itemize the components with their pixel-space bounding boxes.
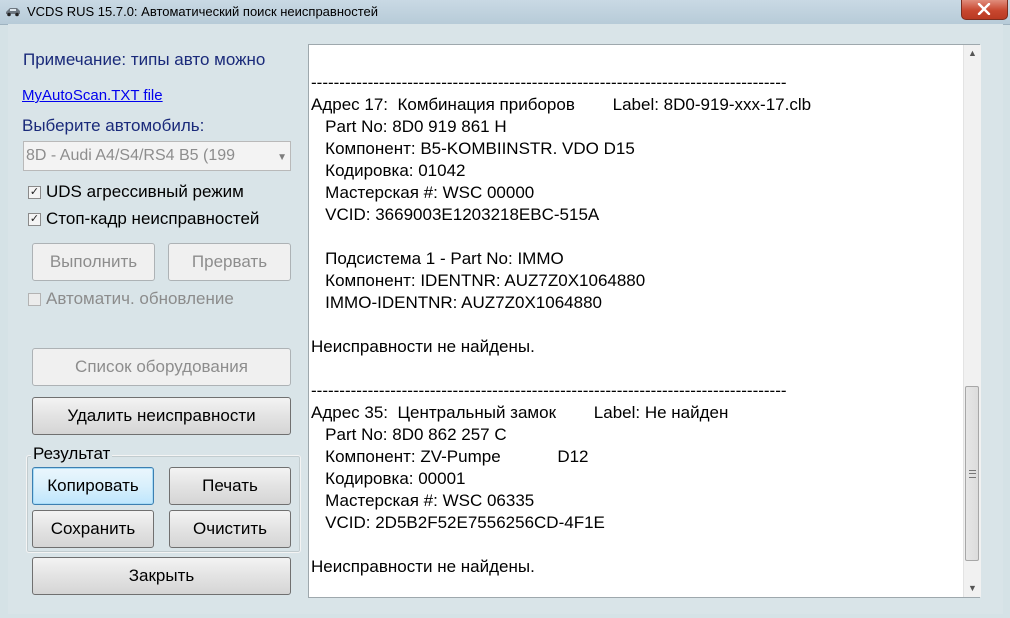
auto-update-label: Автоматич. обновление xyxy=(46,289,234,308)
grip-icon xyxy=(969,470,976,478)
log-line: Компонент: ZV-Pumpe D12 xyxy=(311,447,589,466)
log-line: Неисправности не найдены. xyxy=(311,337,535,356)
log-line: Адрес 35: Центральный замок Label: Не на… xyxy=(311,403,729,422)
log-line: Кодировка: 00001 xyxy=(311,469,466,488)
close-window-button[interactable] xyxy=(961,0,1008,20)
log-line: Компонент: B5-KOMBIINSTR. VDO D15 xyxy=(311,139,635,158)
arrow-down-icon[interactable]: ▼ xyxy=(964,580,981,597)
window-title: VCDS RUS 15.7.0: Автоматический поиск не… xyxy=(27,4,379,19)
auto-update-checkbox[interactable] xyxy=(28,293,41,306)
uds-aggressive-label: UDS агрессивный режим xyxy=(46,182,244,201)
clear-button[interactable]: Очистить xyxy=(169,510,291,548)
equipment-list-button[interactable]: Список оборудования xyxy=(32,348,291,386)
log-line: IMMO-IDENTNR: AUZ7Z0X1064880 xyxy=(311,293,602,312)
vcds-app-icon xyxy=(6,8,20,17)
log-line: Part No: 8D0 862 257 C xyxy=(311,425,507,444)
log-line: VCID: 2D5B2F52E7556256CD-4F1E xyxy=(311,513,605,532)
run-button[interactable]: Выполнить xyxy=(32,243,155,281)
note-text: Примечание: типы авто можно редактироват… xyxy=(23,50,266,76)
log-line: ----------------------------------------… xyxy=(311,381,787,400)
log-line: Part No: 8D0 919 861 H xyxy=(311,117,507,136)
result-group-label: Результат xyxy=(31,444,113,464)
log-line: Подсистема 1 - Part No: IMMO xyxy=(311,249,564,268)
print-button[interactable]: Печать xyxy=(169,467,291,505)
dialog-client-area: Примечание: типы авто можно редактироват… xyxy=(8,24,1003,614)
close-icon xyxy=(977,3,991,15)
myautoscan-file-link[interactable]: MyAutoScan.TXT file xyxy=(22,87,163,104)
log-scrollbar[interactable]: ▲ ▼ xyxy=(963,45,981,597)
scrollbar-thumb[interactable] xyxy=(965,386,979,561)
scan-log-textarea[interactable]: ----------------------------------------… xyxy=(308,44,980,598)
abort-button[interactable]: Прервать xyxy=(168,243,291,281)
select-car-label: Выберите автомобиль: xyxy=(22,116,205,135)
log-line: ----------------------------------------… xyxy=(311,73,787,92)
log-line: Компонент: IDENTNR: AUZ7Z0X1064880 xyxy=(311,271,646,290)
title-bar: VCDS RUS 15.7.0: Автоматический поиск не… xyxy=(0,0,1010,25)
chevron-down-icon: ▼ xyxy=(277,152,287,163)
close-button[interactable]: Закрыть xyxy=(32,557,291,595)
car-select-value: 8D - Audi A4/S4/RS4 B5 (199 xyxy=(26,147,236,164)
delete-faults-button[interactable]: Удалить неисправности xyxy=(32,397,291,435)
copy-button[interactable]: Копировать xyxy=(32,467,154,505)
log-line: Неисправности не найдены. xyxy=(311,557,535,576)
log-line: VCID: 3669003E1203218EBC-515A xyxy=(311,205,600,224)
freeze-frame-label: Стоп-кадр неисправностей xyxy=(46,209,260,228)
log-line: Мастерская #: WSC 00000 xyxy=(311,183,535,202)
car-select[interactable]: 8D - Audi A4/S4/RS4 B5 (199 ▼ xyxy=(23,141,291,171)
uds-aggressive-checkbox[interactable]: ✓ xyxy=(28,186,41,199)
log-line: Адрес 17: Комбинация приборов Label: 8D0… xyxy=(311,95,812,114)
log-line: Мастерская #: WSC 06335 xyxy=(311,491,535,510)
save-button[interactable]: Сохранить xyxy=(32,510,154,548)
log-line: Кодировка: 01042 xyxy=(311,161,466,180)
freeze-frame-checkbox[interactable]: ✓ xyxy=(28,213,41,226)
arrow-up-icon[interactable]: ▲ xyxy=(964,45,981,62)
